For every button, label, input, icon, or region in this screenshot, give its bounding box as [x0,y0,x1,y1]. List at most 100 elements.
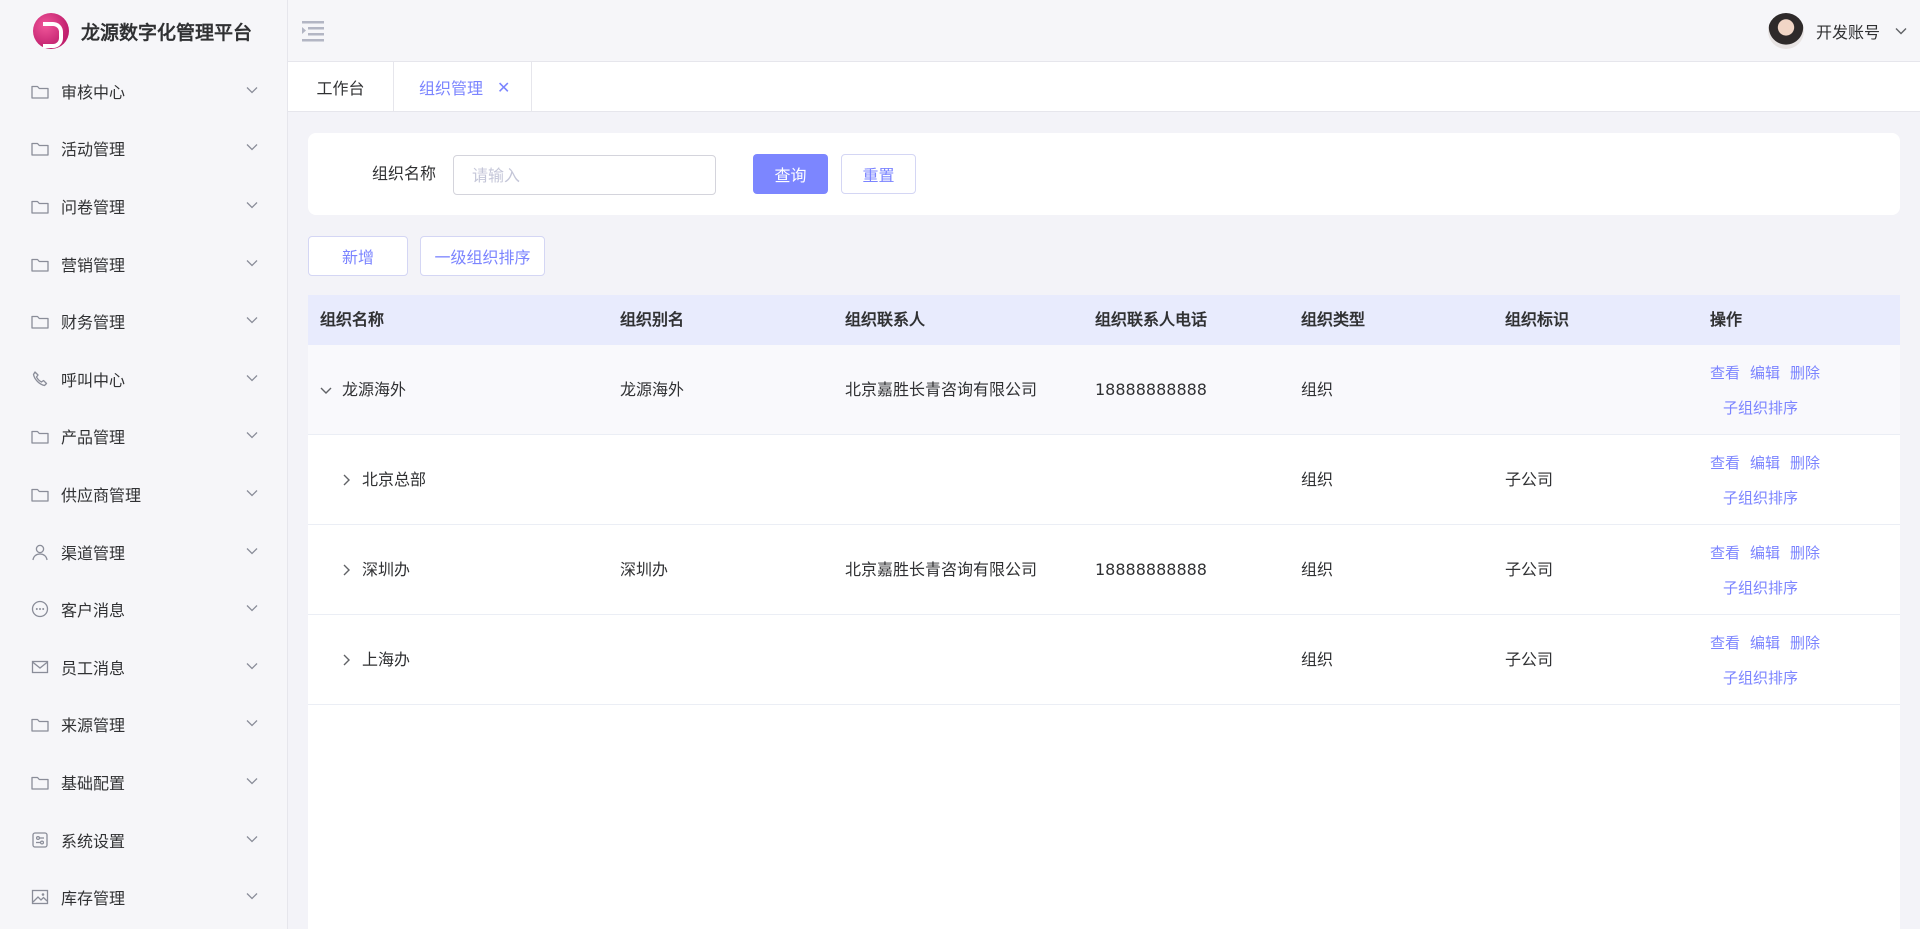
chevron-down-icon [1895,28,1907,35]
table-row: 上海办 组织 子公司 查看 编辑 删除 子组织排序 [308,615,1900,705]
chevron-down-icon [246,720,258,727]
sub-org-sort-link[interactable]: 子组织排序 [1723,488,1880,508]
sidebar-item-label: 审核中心 [61,82,126,102]
chevron-down-icon [246,835,258,842]
org-tag: 子公司 [1505,470,1554,489]
query-button[interactable]: 查询 [753,154,828,194]
sidebar-item[interactable]: 系统设置 [0,811,287,869]
org-contact: 北京嘉胜长青咨询有限公司 [845,380,1038,399]
org-name-input[interactable] [453,155,716,195]
org-name: 龙源海外 [342,380,407,399]
sidebar-item[interactable]: 审核中心 [0,62,287,120]
edit-link[interactable]: 编辑 [1750,543,1780,563]
app-title: 龙源数字化管理平台 [81,21,253,44]
sub-org-sort-link[interactable]: 子组织排序 [1723,398,1880,418]
table-row: 北京总部 组织 子公司 查看 编辑 删除 子组织排序 [308,435,1900,525]
sub-org-sort-link[interactable]: 子组织排序 [1723,668,1880,688]
sidebar-item[interactable]: 基础配置 [0,753,287,811]
sidebar-item-label: 财务管理 [61,313,126,333]
org-alias: 龙源海外 [620,380,685,399]
column-header: 组织标识 [1505,310,1570,329]
folder-icon [30,426,50,446]
top-level-sort-button[interactable]: 一级组织排序 [420,236,545,276]
delete-link[interactable]: 删除 [1790,453,1820,473]
edit-link[interactable]: 编辑 [1750,453,1780,473]
chevron-right-icon[interactable] [340,654,352,666]
sidebar-item-label: 供应商管理 [61,485,142,505]
sidebar: 龙源数字化管理平台 审核中心活动管理 问卷管理 营销管理财务管理呼叫中心产品管理供应… [0,0,288,929]
chevron-down-icon [246,893,258,900]
chevron-down-icon [246,432,258,439]
chevron-down-icon [246,374,258,382]
sidebar-item[interactable]: 渠道管理 [0,523,287,581]
chevron-down-icon [246,605,258,612]
sidebar-item[interactable]: 营销管理 [0,235,287,293]
sidebar-item[interactable]: 客户消息 [0,580,287,638]
chevron-down-icon [246,317,258,324]
column-header: 组织联系人 [845,310,926,329]
sidebar-item-label: 库存管理 [61,889,126,909]
view-link[interactable]: 查看 [1710,543,1740,563]
org-type: 组织 [1301,380,1334,399]
sidebar-item-label: 渠道管理 [61,543,126,563]
org-type: 组织 [1301,650,1334,669]
delete-link[interactable]: 删除 [1790,633,1820,653]
sidebar-item[interactable]: 产品管理 [0,408,287,466]
sub-org-sort-link[interactable]: 子组织排序 [1723,578,1880,598]
edit-link[interactable]: 编辑 [1750,363,1780,383]
chevron-down-icon[interactable] [320,384,332,396]
delete-link[interactable]: 删除 [1790,363,1820,383]
table-header: 组织名称 组织别名 组织联系人 组织联系人电话 组织类型 组织标识 操作 [308,295,1900,345]
chevron-down-icon [246,202,258,209]
view-link[interactable]: 查看 [1710,633,1740,653]
sidebar-menu: 审核中心活动管理 问卷管理 营销管理财务管理呼叫中心产品管理供应商管理渠道管理客户消… [0,62,287,926]
sidebar-item[interactable]: 活动管理 [0,120,287,178]
org-alias: 深圳办 [620,560,669,579]
reset-button[interactable]: 重置 [841,154,916,194]
main-content: 组织名称 查询 重置 新增 一级组织排序 组织名称 组织别名 组织联系人 组织联… [288,112,1920,929]
tab-org-management[interactable]: 组织管理 ✕ [394,62,532,112]
search-panel: 组织名称 查询 重置 [308,133,1900,215]
sidebar-item[interactable]: 来源管理 [0,696,287,754]
folder-icon [30,138,50,158]
sidebar-item[interactable]: 呼叫中心 [0,350,287,408]
add-button[interactable]: 新增 [308,236,408,276]
view-link[interactable]: 查看 [1710,453,1740,473]
org-name: 上海办 [362,650,411,669]
folder-icon [30,196,50,216]
sidebar-item-label: 呼叫中心 [61,370,126,390]
chevron-down-icon [246,144,258,151]
view-link[interactable]: 查看 [1710,363,1740,383]
chevron-down-icon [246,777,258,785]
folder-icon [30,714,50,734]
user-menu[interactable]: 开发账号 [1767,12,1908,50]
logo[interactable]: 龙源数字化管理平台 [0,0,287,62]
sidebar-item[interactable]: 财务管理 [0,292,287,350]
tab-workbench[interactable]: 工作台 [288,62,394,112]
sidebar-item[interactable]: 供应商管理 [0,465,287,523]
org-contact-phone: 18888888888 [1095,560,1207,579]
chevron-right-icon[interactable] [340,564,352,576]
edit-link[interactable]: 编辑 [1750,633,1780,653]
tabs-bar: 工作台 组织管理 ✕ [288,62,1920,112]
column-header: 组织类型 [1301,310,1366,329]
delete-link[interactable]: 删除 [1790,543,1820,563]
row-actions: 查看 编辑 删除子组织排序 [1710,363,1890,418]
column-header: 组织名称 [320,310,385,329]
close-icon[interactable]: ✕ [497,78,510,97]
chevron-down-icon [246,86,258,94]
settings-icon [30,830,50,850]
sidebar-item[interactable]: 库存管理 [0,868,287,926]
column-header: 组织联系人电话 [1095,310,1208,329]
chevron-right-icon[interactable] [340,474,352,486]
column-header: 组织别名 [620,310,685,329]
column-header: 操作 [1710,310,1743,329]
sidebar-item[interactable]: 员工消息 [0,638,287,696]
sidebar-item[interactable]: 问卷管理 [0,177,287,235]
folder-icon [30,772,50,792]
collapse-menu-icon[interactable] [302,20,326,42]
picture-icon [30,887,50,907]
org-type: 组织 [1301,560,1334,579]
folder-icon [30,484,50,504]
tab-label: 工作台 [316,79,365,98]
